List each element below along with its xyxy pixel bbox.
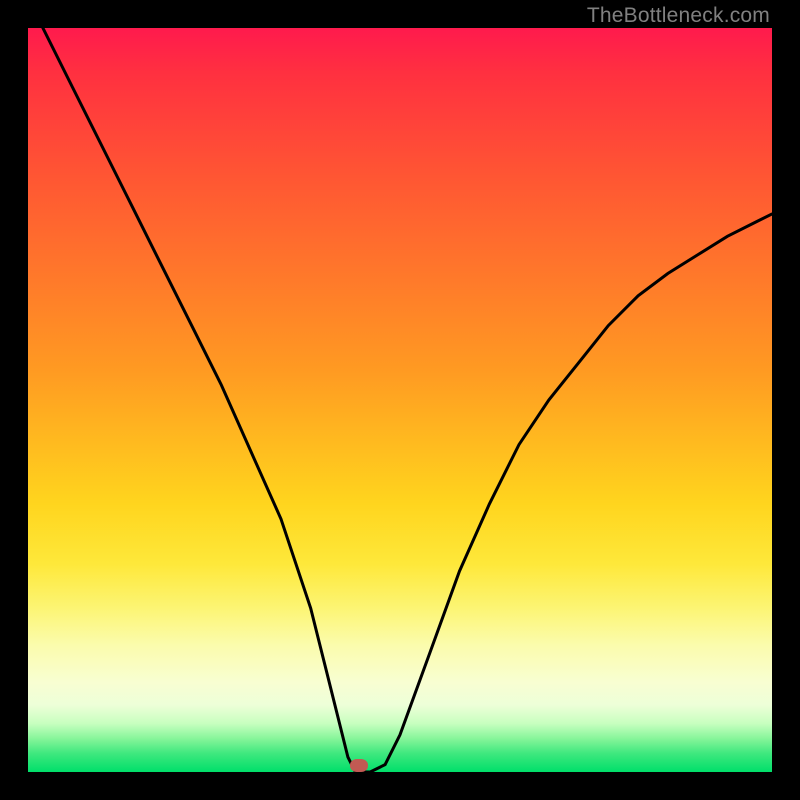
bottleneck-curve <box>28 28 772 772</box>
chart-frame: TheBottleneck.com <box>0 0 800 800</box>
optimum-marker <box>350 759 368 772</box>
watermark-text: TheBottleneck.com <box>587 4 770 28</box>
plot-area <box>28 28 772 772</box>
